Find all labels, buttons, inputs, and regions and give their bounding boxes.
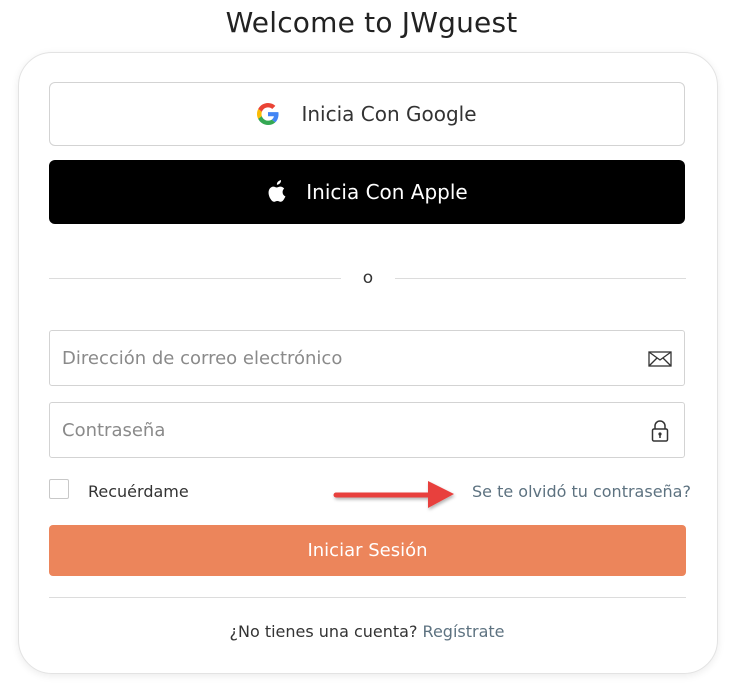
apple-signin-button[interactable]: Inicia Con Apple (49, 160, 685, 224)
remember-me-checkbox[interactable] (49, 479, 69, 499)
divider-left (49, 278, 341, 279)
footer-divider (49, 597, 686, 598)
email-input[interactable] (62, 331, 632, 385)
forgot-password-link[interactable]: Se te olvidó tu contraseña? (472, 482, 691, 501)
divider-or-text: o (362, 268, 374, 288)
email-field (49, 330, 685, 386)
remember-me-label[interactable]: Recuérdame (88, 482, 189, 501)
signup-link[interactable]: Regístrate (423, 622, 505, 641)
login-page: Welcome to JWguest Inicia Con Google Ini… (0, 0, 743, 694)
google-signin-button[interactable]: Inicia Con Google (49, 82, 685, 146)
page-title: Welcome to JWguest (225, 6, 518, 39)
apple-signin-label: Inicia Con Apple (306, 180, 468, 204)
sign-in-button[interactable]: Iniciar Sesión (49, 525, 686, 576)
envelope-icon (648, 351, 672, 367)
annotation-arrow-icon (333, 481, 454, 508)
signup-prompt-text: ¿No tienes una cuenta? (229, 622, 418, 641)
password-field (49, 402, 685, 458)
lock-icon (651, 420, 669, 442)
sign-in-label: Iniciar Sesión (307, 540, 428, 561)
apple-logo-icon (268, 180, 286, 202)
divider-right (395, 278, 686, 279)
password-input[interactable] (62, 403, 632, 457)
google-signin-label: Inicia Con Google (301, 102, 477, 126)
google-g-icon (257, 103, 280, 125)
signup-prompt: ¿No tienes una cuenta? Regístrate (0, 622, 734, 641)
